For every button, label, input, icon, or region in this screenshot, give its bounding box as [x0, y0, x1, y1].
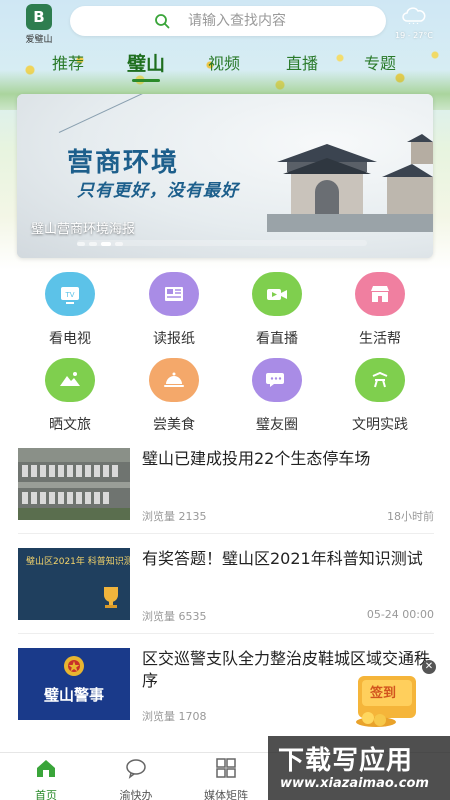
- nav-home[interactable]: 首页: [6, 757, 86, 800]
- shop-icon: [355, 272, 405, 316]
- trophy-icon: [104, 587, 118, 608]
- divider: [18, 533, 434, 534]
- service-label: 晒文旅: [49, 417, 91, 433]
- top-bar: B 爱璧山 19 - 27°C: [0, 0, 450, 46]
- food-dome-icon: [149, 358, 199, 402]
- carousel-dot[interactable]: [77, 242, 85, 246]
- news-thumbnail: [18, 448, 130, 520]
- service-life[interactable]: 生活帮: [328, 270, 432, 350]
- view-count: 浏览量 6535: [142, 610, 207, 623]
- banner-subtitle: 只有更好，没有最好: [77, 181, 239, 201]
- pavilion-illustration: [267, 134, 433, 232]
- view-count: 浏览量 1708: [142, 710, 207, 723]
- grid-icon: [216, 758, 236, 778]
- tab-bishan[interactable]: 璧山: [122, 52, 170, 82]
- service-label: 璧友圈: [256, 417, 298, 433]
- tab-recommend[interactable]: 推荐: [48, 52, 88, 82]
- service-label: 尝美食: [153, 417, 195, 433]
- nav-media-matrix[interactable]: 媒体矩阵: [186, 757, 266, 800]
- newspaper-icon: [149, 272, 199, 316]
- category-tabs: 推荐 璧山 视频 直播 专题: [0, 52, 450, 82]
- nav-yukuaiban[interactable]: 渝快办: [96, 757, 176, 800]
- home-icon: [37, 760, 55, 777]
- close-icon[interactable]: ✕: [422, 660, 436, 674]
- service-label: 读报纸: [153, 331, 195, 347]
- service-food[interactable]: 尝美食: [122, 356, 226, 436]
- publish-time: 05-24 00:00: [366, 608, 434, 621]
- site-watermark: 下载写应用 www.xiazaimao.com: [268, 736, 450, 800]
- service-label: 看电视: [49, 331, 91, 347]
- carousel-dot[interactable]: [115, 242, 123, 246]
- watermark-title: 下载写应用: [278, 746, 414, 776]
- parking-lot-image: [18, 448, 130, 520]
- service-friends[interactable]: 璧友圈: [225, 356, 329, 436]
- chat-icon: [126, 759, 146, 779]
- banner-caption: 璧山营商环境海报: [31, 222, 136, 237]
- tv-icon: TV: [45, 272, 95, 316]
- news-title: 有奖答题！璧山区2021年科普知识测试: [142, 549, 423, 568]
- civilization-icon: [355, 358, 405, 402]
- weather-widget[interactable]: 19 - 27°C: [392, 6, 436, 40]
- banner-carousel[interactable]: 营商环境 只有更好，没有最好 璧山营商环境海报: [17, 94, 433, 258]
- checkin-floating-button[interactable]: 签到 ✕: [350, 660, 436, 730]
- cloud-icon: [402, 7, 426, 25]
- service-grid: TV 看电视 读报纸 看直播 生活帮 晒文旅 尝美食 璧友圈 文明实践: [0, 270, 450, 436]
- carousel-dot[interactable]: [89, 242, 97, 246]
- news-title: 璧山已建成投用22个生态停车场: [142, 449, 371, 468]
- tab-video[interactable]: 视频: [204, 52, 244, 82]
- chat-bubbles-icon: [252, 358, 302, 402]
- nav-label: 渝快办: [119, 789, 153, 800]
- watermark-url: www.xiazaimao.com: [280, 776, 429, 791]
- tab-live[interactable]: 直播: [282, 52, 322, 82]
- mountain-icon: [45, 358, 95, 402]
- news-thumbnail: 璧山区2021年 科普知识测试: [18, 548, 130, 620]
- service-newspaper[interactable]: 读报纸: [122, 270, 226, 350]
- service-label: 看直播: [256, 331, 298, 347]
- nav-label: 媒体矩阵: [204, 789, 248, 800]
- thumbnail-caption: 璧山警事: [43, 686, 104, 704]
- logo-text: 爱璧山: [25, 35, 53, 45]
- svg-text:TV: TV: [64, 291, 74, 299]
- service-civilization[interactable]: 文明实践: [328, 356, 432, 436]
- logo-badge: B: [26, 4, 52, 30]
- search-icon: [155, 14, 170, 29]
- service-label: 文明实践: [352, 417, 408, 433]
- weather-temperature: 19 - 27°C: [395, 31, 433, 40]
- tab-topics[interactable]: 专题: [360, 52, 400, 82]
- divider: [18, 633, 434, 634]
- search-bar[interactable]: [70, 6, 386, 36]
- service-live[interactable]: 看直播: [225, 270, 329, 350]
- live-camera-icon: [252, 272, 302, 316]
- view-count: 浏览量 2135: [142, 510, 207, 523]
- nav-label: 首页: [35, 789, 57, 800]
- service-label: 生活帮: [359, 331, 401, 347]
- police-badge-icon: [64, 656, 84, 676]
- news-thumbnail: 璧山警事: [18, 648, 130, 720]
- service-tv[interactable]: TV 看电视: [18, 270, 122, 350]
- service-tourism[interactable]: 晒文旅: [18, 356, 122, 436]
- search-input[interactable]: [188, 6, 368, 36]
- app-logo[interactable]: B 爱璧山: [22, 4, 56, 45]
- thumbnail-caption: 璧山区2021年 科普知识测试: [26, 557, 130, 567]
- publish-time: 18小时前: [387, 510, 434, 523]
- banner-title: 营商环境: [67, 148, 180, 178]
- checkin-label: 签到: [370, 686, 397, 701]
- carousel-dot-active[interactable]: [101, 242, 111, 246]
